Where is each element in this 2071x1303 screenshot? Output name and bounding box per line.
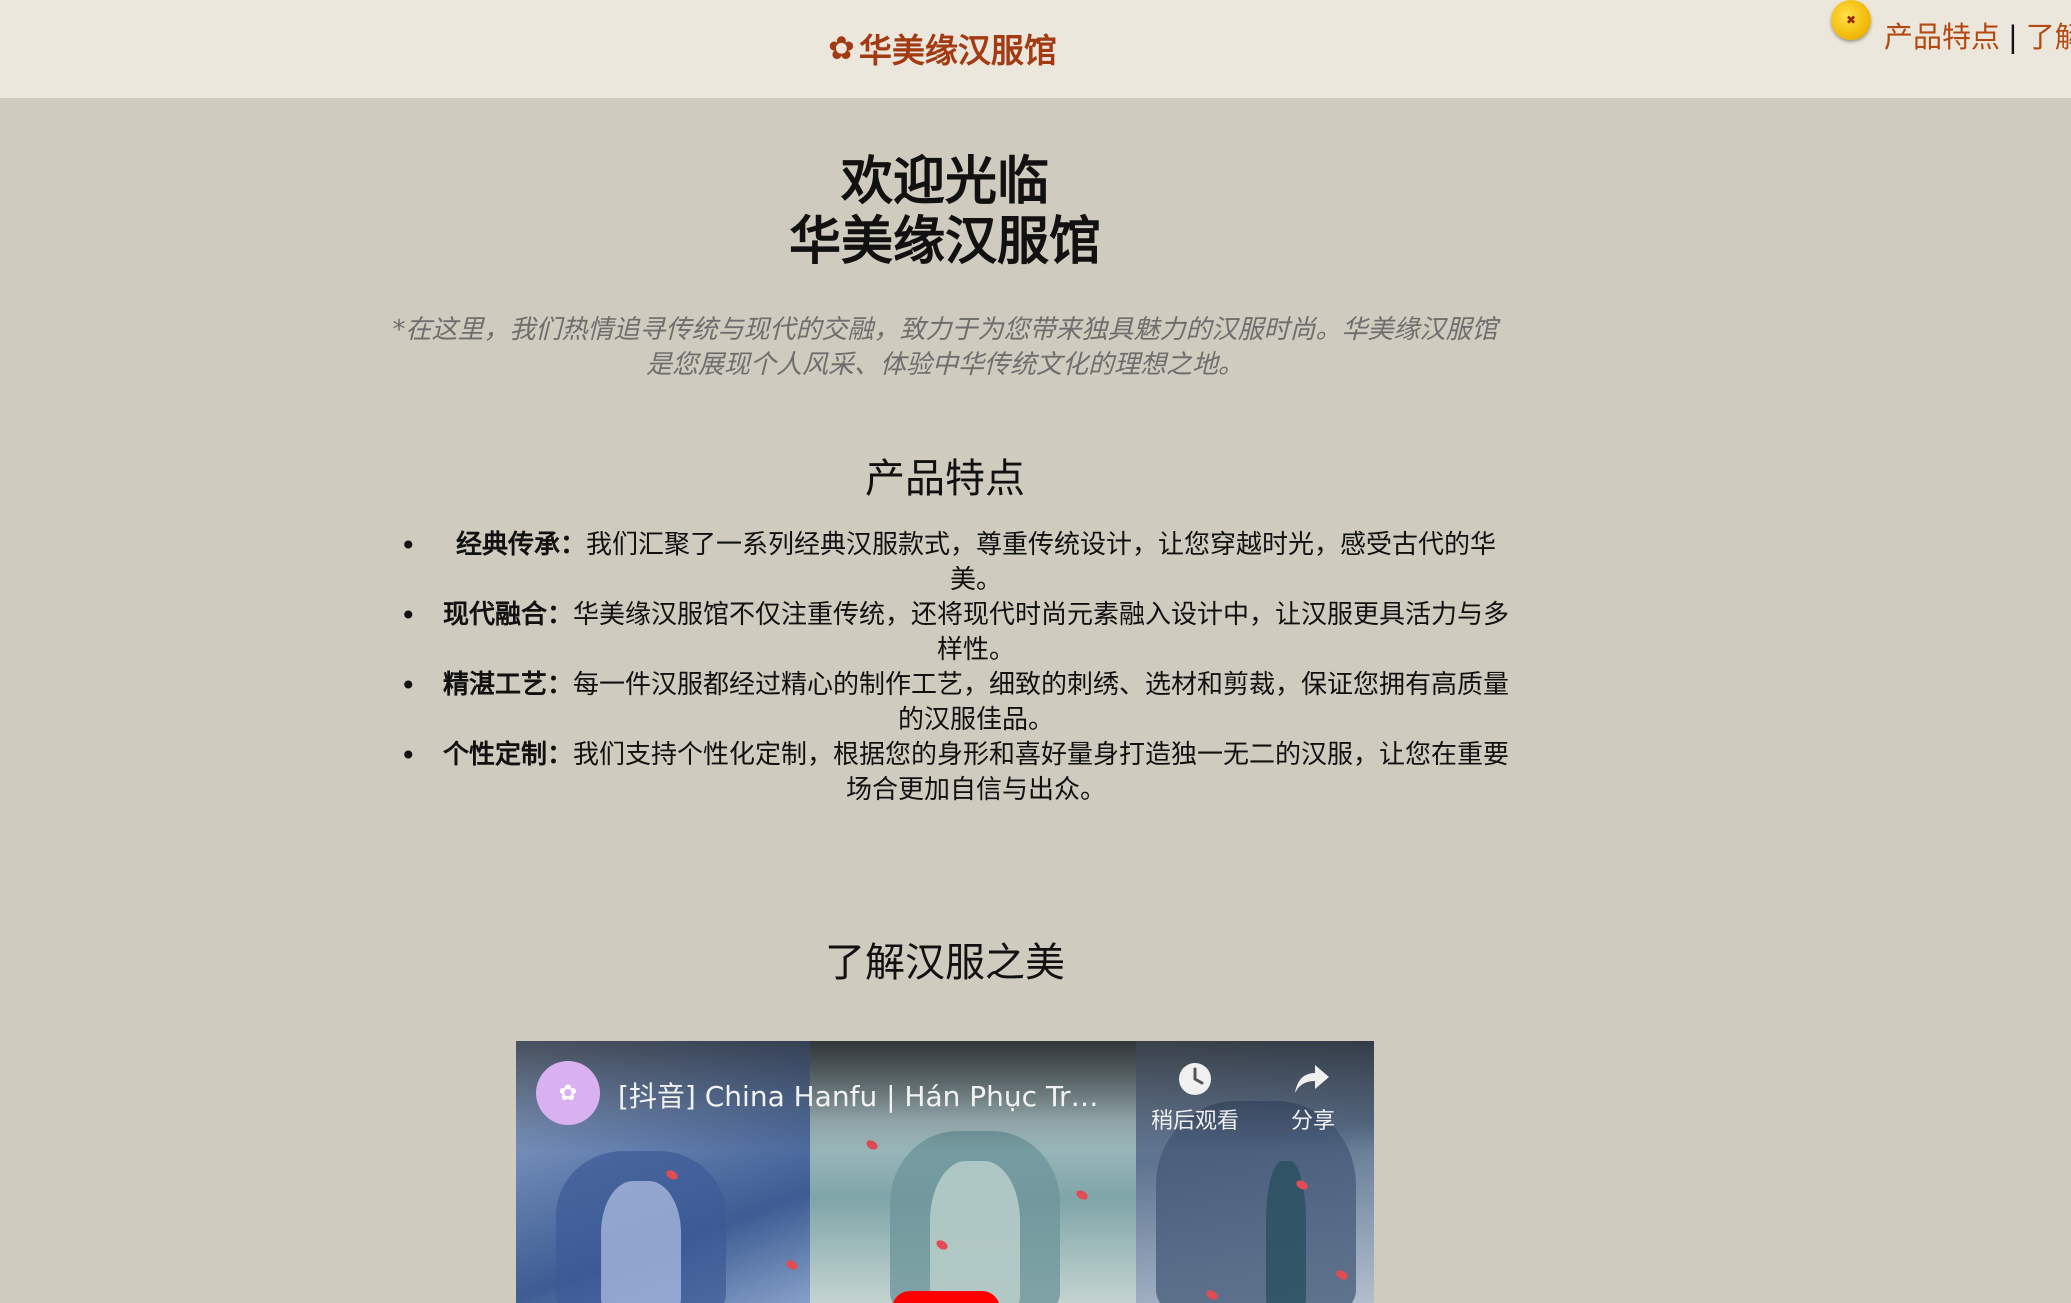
channel-avatar[interactable]: ✿ (536, 1061, 600, 1125)
learn-heading: 了解汉服之美 (825, 940, 1065, 986)
watch-later-label: 稍后观看 (1150, 1109, 1239, 1134)
play-icon[interactable] (892, 1291, 1000, 1303)
intro-text: *在这里，我们热情追寻传统与现代的交融，致力于为您带来独具魅力的汉服时尚。华美缘… (392, 315, 1498, 380)
features-heading: 产品特点 (865, 456, 1025, 502)
feature-text: 每一件汉服都经过精心的制作工艺，细致的刺绣、选材和剪裁，保证您拥有高质量的汉服佳… (573, 670, 1510, 735)
share-arrow-icon (1295, 1065, 1329, 1093)
hero-title-line1: 欢迎光临 (840, 151, 1049, 212)
feature-item: 个性定制：我们支持个性化定制，根据您的身形和喜好量身打造独一无二的汉服，让您在重… (400, 738, 1522, 808)
feature-text: 华美缘汉服馆不仅注重传统，还将现代时尚元素融入设计中，让汉服更具活力与多样性。 (573, 600, 1510, 665)
top-nav: 产品特点 | 了解 (1884, 14, 2071, 56)
top-header: ✿ 华美缘汉服馆 ✖ 产品特点 | 了解 (0, 0, 2071, 98)
nav-separator: | (2008, 20, 2018, 54)
feature-item: 精湛工艺：每一件汉服都经过精心的制作工艺，细致的刺绣、选材和剪裁，保证您拥有高质… (400, 668, 1522, 738)
video-embed[interactable]: ✿ [抖音] China Hanfu | Hán Phục Trun... 稍后… (516, 1041, 1374, 1303)
share-label: 分享 (1290, 1109, 1335, 1134)
features-list: 经典传承：我们汇聚了一系列经典汉服款式，尊重传统设计，让您穿越时光，感受古代的华… (400, 528, 1522, 808)
nav-link-features[interactable]: 产品特点 (1884, 20, 2000, 54)
feature-title: 现代融合： (442, 600, 573, 630)
hero-title: 欢迎光临 华美缘汉服馆 (0, 152, 1890, 272)
feature-title: 精湛工艺： (442, 670, 573, 700)
share-button[interactable]: 分享 (1258, 1061, 1368, 1135)
feature-item: 经典传承：我们汇聚了一系列经典汉服款式，尊重传统设计，让您穿越时光，感受古代的华… (400, 528, 1522, 598)
brand-name: 华美缘汉服馆 (858, 31, 1057, 70)
video-title[interactable]: [抖音] China Hanfu | Hán Phục Trun... (618, 1075, 1108, 1115)
feature-text: 我们汇聚了一系列经典汉服款式，尊重传统设计，让您穿越时光，感受古代的华美。 (586, 530, 1497, 595)
feature-text: 我们支持个性化定制，根据您的身形和喜好量身打造独一无二的汉服，让您在重要场合更加… (573, 740, 1510, 805)
feature-title: 经典传承： (455, 530, 586, 560)
clock-icon (1179, 1063, 1211, 1095)
feature-title: 个性定制： (442, 740, 573, 770)
brand-logo[interactable]: ✿ 华美缘汉服馆 (828, 24, 1057, 72)
coin-icon: ✖ (1831, 0, 1871, 40)
watch-later-button[interactable]: 稍后观看 (1140, 1061, 1250, 1135)
flower-icon: ✿ (828, 29, 855, 67)
feature-item: 现代融合：华美缘汉服馆不仅注重传统，还将现代时尚元素融入设计中，让汉服更具活力与… (400, 598, 1522, 668)
nav-link-learn[interactable]: 了解 (2026, 20, 2071, 54)
hero-title-line2: 华美缘汉服馆 (788, 211, 1101, 272)
